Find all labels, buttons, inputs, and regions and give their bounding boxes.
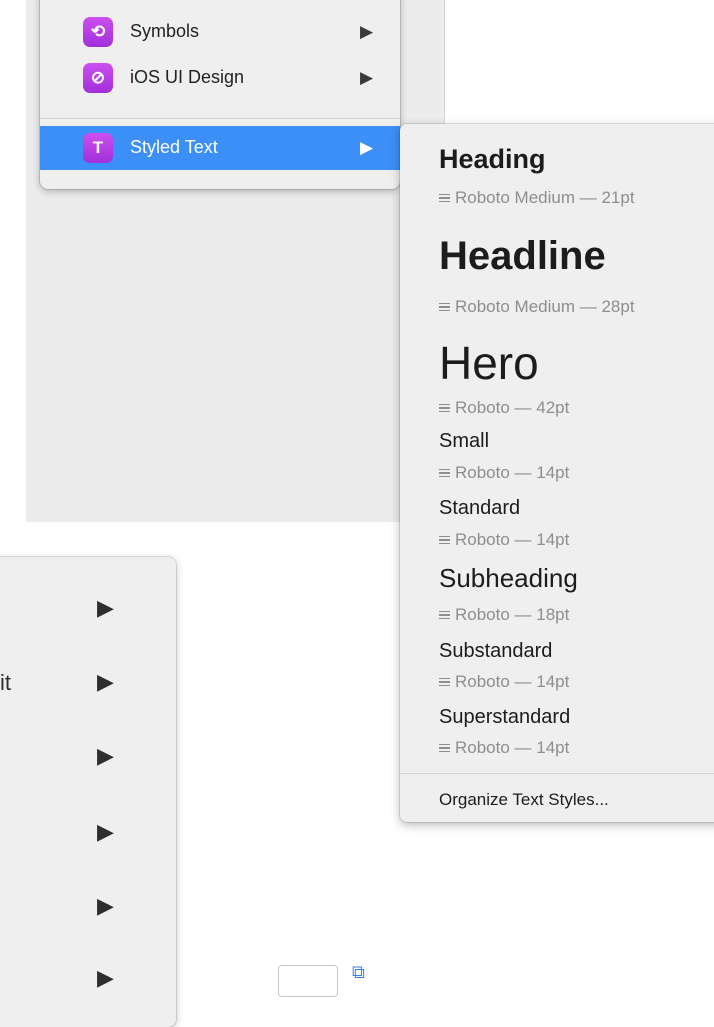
style-meta: Roboto — 42pt [439,398,569,418]
style-meta-text: Roboto Medium — 21pt [455,188,635,207]
style-name: Heading [439,144,546,174]
style-meta-text: Roboto — 14pt [455,738,570,757]
text-lines-icon [439,534,450,547]
panel-divider [444,0,445,125]
submenu-arrow-icon: ▶ [360,22,374,41]
style-meta: Roboto Medium — 28pt [439,297,635,317]
text-lines-icon [439,609,450,622]
menu-item-label-partial: it [0,670,11,695]
secondary-context-menu: ▶ ▶ ▶ ▶ ▶ ▶ [0,557,176,1027]
menu-separator [40,118,400,119]
style-meta-text: Roboto — 14pt [455,530,570,549]
submenu-arrow-icon: ▶ [360,68,374,87]
submenu-arrow-icon: ▶ [360,138,374,157]
style-name: Subheading [439,563,578,593]
style-name: Superstandard [439,706,571,728]
style-meta-text: Roboto Medium — 28pt [455,297,635,316]
bottom-input-field[interactable] [278,965,338,997]
menu-item-label: Styled Text [130,137,218,157]
submenu-arrow-icon[interactable]: ▶ [97,743,114,769]
menu-item-label: iOS UI Design [130,67,245,87]
style-meta: Roboto — 14pt [439,463,569,483]
styled-text-submenu: Heading Roboto Medium — 21pt Headline Ro… [400,124,714,822]
text-lines-icon [439,467,450,480]
submenu-arrow-icon[interactable]: ▶ [97,965,114,991]
text-style-icon: T [83,133,113,163]
style-meta: Roboto — 14pt [439,530,569,550]
text-lines-icon [439,402,450,415]
style-meta-text: Roboto — 14pt [455,672,570,691]
menu-separator [400,773,714,774]
symbols-icon: ⟲ [83,17,113,47]
style-name: Small [439,430,490,452]
link-icon: ⊘ [83,63,113,93]
style-meta: Roboto — 14pt [439,672,569,692]
text-lines-icon [439,301,450,314]
style-meta-text: Roboto — 42pt [455,398,570,417]
style-meta-text: Roboto — 14pt [455,463,570,482]
submenu-arrow-icon[interactable]: ▶ [97,819,114,845]
submenu-arrow-icon[interactable]: ▶ [97,893,114,919]
style-name: Headline [439,234,606,278]
style-name: Standard [439,497,521,519]
style-name: Substandard [439,640,553,662]
menu-item-label: Symbols [130,21,200,41]
style-name: Hero [439,337,539,389]
organize-text-styles-item[interactable]: Organize Text Styles... [439,790,609,810]
menu-item-ios-ui-design[interactable]: ⊘ iOS UI Design ▶ [40,56,400,100]
text-lines-icon [439,742,450,755]
style-meta: Roboto — 18pt [439,605,569,625]
text-lines-icon [439,192,450,205]
style-meta-text: Roboto — 18pt [455,605,570,624]
menu-item-symbols[interactable]: ⟲ Symbols ▶ [40,10,400,54]
style-meta: Roboto Medium — 21pt [439,188,635,208]
text-lines-icon [439,676,450,689]
style-meta: Roboto — 14pt [439,738,569,758]
menu-item-styled-text[interactable]: T Styled Text ▶ [40,126,400,170]
submenu-arrow-icon[interactable]: ▶ [97,669,114,695]
context-menu: ⟲ Symbols ▶ ⊘ iOS UI Design ▶ T Styled T… [40,0,400,189]
submenu-arrow-icon[interactable]: ▶ [97,595,114,621]
